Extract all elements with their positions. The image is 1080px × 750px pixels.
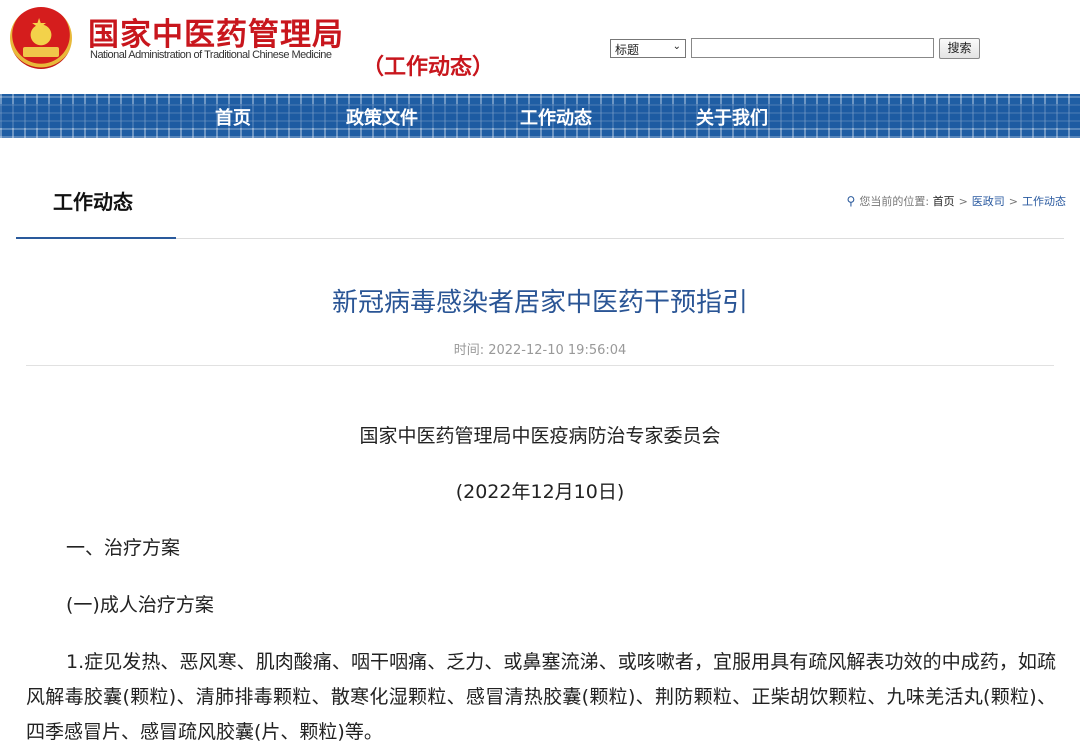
heading-adult-plan: (一)成人治疗方案 [66, 594, 214, 616]
search-input[interactable] [691, 38, 934, 58]
search-scope-select[interactable]: 标题 ⌄ [610, 39, 686, 58]
site-name-en: National Administration of Traditional C… [90, 49, 332, 61]
divider [26, 365, 1054, 366]
breadcrumb-home[interactable]: 首页 [933, 195, 955, 208]
location-pin-icon: ⚲ [846, 194, 856, 208]
article-time: 时间: 2022-12-10 19:56:04 [0, 339, 1080, 358]
main-nav: 首页 政策文件 工作动态 关于我们 [0, 94, 1080, 138]
heading-treatment-plan: 一、治疗方案 [66, 537, 181, 559]
time-label: 时间: [453, 343, 485, 358]
chevron-down-icon: ⌄ [672, 41, 681, 52]
nav-item-home[interactable]: 首页 [215, 104, 251, 130]
search-scope-value: 标题 [615, 43, 640, 57]
breadcrumb: ⚲ 您当前的位置: 首页 > 医政司 > 工作动态 [846, 194, 1066, 208]
divider [176, 238, 1064, 239]
date-line: (2022年12月10日) [455, 481, 625, 503]
article-paragraph: 1.症见发热、恶风寒、肌肉酸痛、咽干咽痛、乏力、或鼻塞流涕、或咳嗽者，宜服用具有… [26, 651, 1056, 743]
national-emblem-icon: ★ [10, 7, 72, 69]
breadcrumb-medical-dept[interactable]: 医政司 [972, 195, 1005, 208]
breadcrumb-work-news[interactable]: 工作动态 [1022, 195, 1066, 208]
section-tag: （工作动态） [362, 55, 495, 80]
nav-item-work-news[interactable]: 工作动态 [520, 104, 592, 130]
section-title-underline [16, 237, 176, 239]
site-header: ★ 国家中医药管理局 National Administration of Tr… [0, 0, 1080, 94]
site-name-cn[interactable]: 国家中医药管理局 [88, 9, 344, 54]
time-value: 2022-12-10 19:56:04 [488, 343, 627, 358]
author-line: 国家中医药管理局中医疫病防治专家委员会 [359, 425, 721, 447]
nav-item-policy[interactable]: 政策文件 [346, 104, 418, 130]
nav-item-about[interactable]: 关于我们 [696, 104, 768, 130]
breadcrumb-prefix: 您当前的位置: [859, 195, 930, 208]
article-title: 新冠病毒感染者居家中医药干预指引 [331, 288, 748, 318]
section-title: 工作动态 [53, 190, 133, 214]
search-button[interactable]: 搜索 [939, 38, 980, 59]
